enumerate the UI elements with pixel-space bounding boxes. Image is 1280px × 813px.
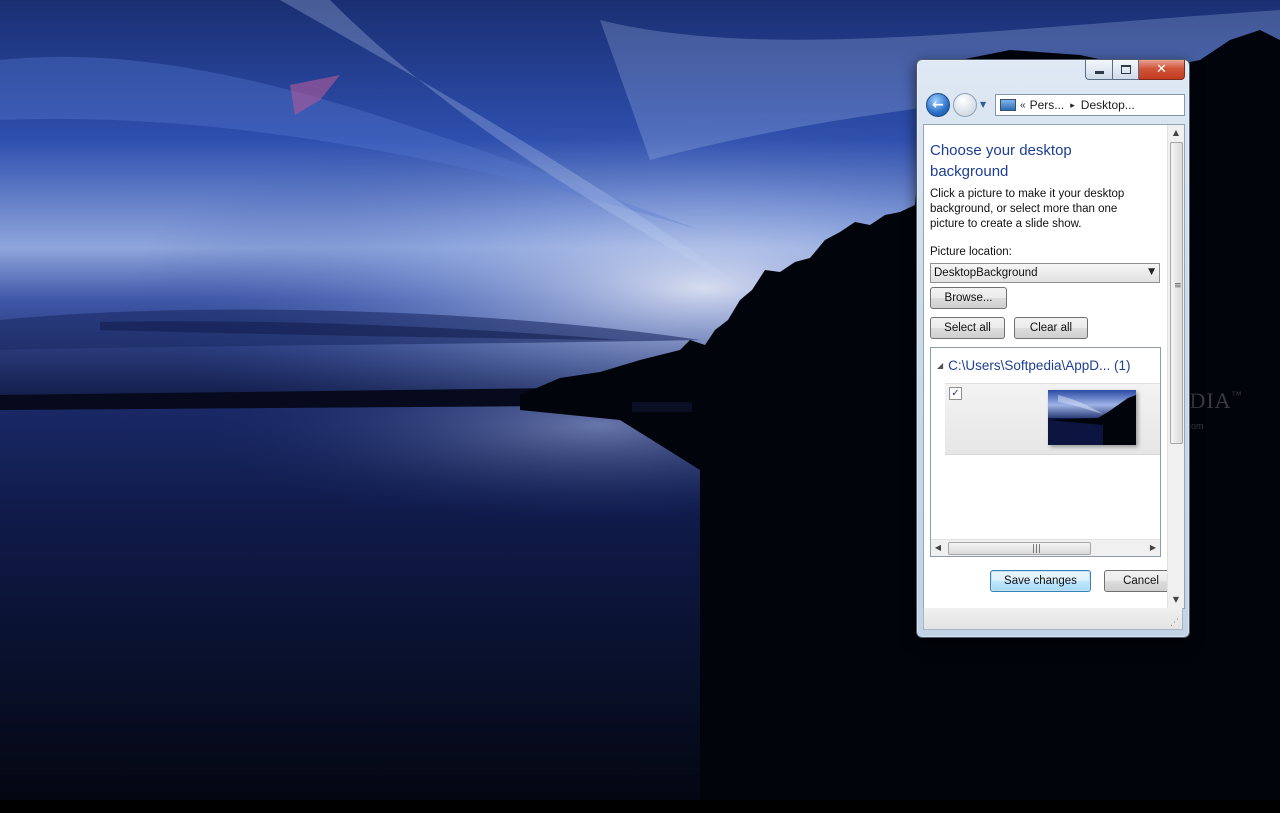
content-pane: Choose your desktop background Click a p… — [923, 124, 1185, 609]
address-bar[interactable]: « Pers... ▸ Desktop... — [995, 94, 1185, 116]
picture-location-dropdown[interactable]: DesktopBackground ▼ — [930, 263, 1160, 283]
scroll-down-icon[interactable]: ▼ — [1168, 592, 1184, 608]
breadcrumb-desktop-background[interactable]: Desktop... — [1081, 98, 1135, 112]
desktop-background-window: ✕ ← ▼ « Pers... ▸ Desktop... Choose your… — [916, 59, 1190, 638]
scroll-right-icon[interactable]: ▶ — [1146, 540, 1160, 556]
clear-all-button[interactable]: Clear all — [1014, 317, 1088, 339]
horizontal-scroll-thumb[interactable]: ||| — [948, 542, 1091, 555]
close-button[interactable]: ✕ — [1139, 60, 1185, 80]
maximize-button[interactable] — [1113, 60, 1139, 80]
close-icon: ✕ — [1156, 62, 1167, 77]
scroll-left-icon[interactable]: ◀ — [931, 540, 945, 556]
page-title: Choose your desktop background — [930, 142, 1072, 180]
picture-gallery: ◢ C:\Users\Softpedia\AppD... (1) ✓ ◀ |||… — [930, 347, 1161, 557]
collapse-triangle-icon[interactable]: ◢ — [937, 361, 943, 370]
gallery-group-header[interactable]: ◢ C:\Users\Softpedia\AppD... (1) — [937, 358, 1131, 373]
picture-checkbox[interactable]: ✓ — [949, 387, 962, 400]
caption-buttons: ✕ — [1085, 60, 1185, 80]
back-button[interactable]: ← — [926, 93, 950, 117]
back-arrow-icon: ← — [932, 97, 944, 113]
navigation-bar: ← ▼ « Pers... ▸ Desktop... — [923, 91, 1185, 121]
vertical-scroll-thumb[interactable]: ≡ — [1170, 142, 1183, 444]
browse-button[interactable]: Browse... — [930, 287, 1007, 309]
picture-location-label: Picture location: — [930, 246, 1012, 258]
resize-grip-icon[interactable]: ⋰ — [1170, 618, 1179, 628]
gallery-group-count: (1) — [1114, 358, 1131, 373]
select-all-button[interactable]: Select all — [930, 317, 1005, 339]
forward-button[interactable] — [953, 93, 977, 117]
save-changes-button[interactable]: Save changes — [990, 570, 1091, 592]
horizontal-scrollbar[interactable]: ◀ ||| ▶ — [931, 539, 1160, 556]
control-panel-icon — [1000, 99, 1016, 111]
gallery-group-path: C:\Users\Softpedia\AppD... — [948, 358, 1111, 373]
chevron-down-icon: ▼ — [1148, 267, 1155, 277]
maximize-icon — [1120, 65, 1131, 74]
page-description: Click a picture to make it your desktop … — [930, 188, 1125, 230]
scroll-up-icon[interactable]: ▲ — [1168, 125, 1184, 141]
breadcrumb-arrow-icon[interactable]: ▸ — [1070, 100, 1075, 111]
bottom-strip — [0, 800, 1280, 813]
picture-location-value: DesktopBackground — [934, 267, 1038, 279]
overflow-chevron[interactable]: « — [1020, 100, 1026, 111]
minimize-button[interactable] — [1085, 60, 1113, 80]
recent-pages-dropdown[interactable]: ▼ — [980, 100, 986, 109]
picture-thumbnail[interactable] — [1048, 390, 1136, 445]
minimize-icon — [1094, 71, 1104, 74]
vertical-scrollbar[interactable]: ▲ ≡ ▼ — [1167, 125, 1184, 608]
breadcrumb-personalization[interactable]: Pers... — [1030, 98, 1065, 112]
status-bar: ⋰ — [923, 608, 1183, 630]
picture-tile[interactable]: ✓ — [945, 383, 1160, 455]
